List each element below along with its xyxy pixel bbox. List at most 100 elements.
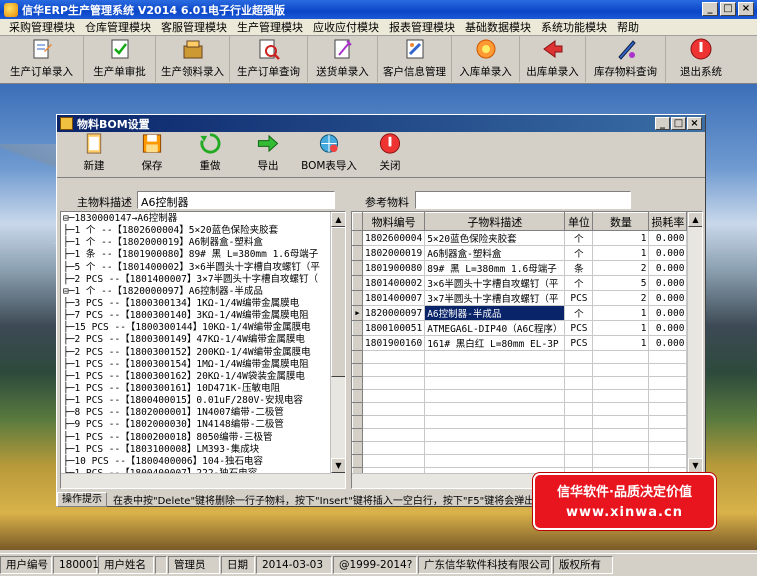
save-button[interactable]: 保存 xyxy=(123,132,181,177)
cell-code[interactable]: 1820000097 xyxy=(362,305,426,321)
dialog-title-bar[interactable]: 物料BOM设置 _ □ × xyxy=(57,115,705,132)
bom-grid[interactable]: 物料编号 子物料描述 单位 数量 损耗率 1802600004 5×20蓝色保险夹… xyxy=(351,211,703,489)
cell-qty[interactable]: 1 xyxy=(592,245,650,261)
cell-code[interactable]: 1801900160 xyxy=(362,335,426,351)
table-row[interactable]: 1801900160 161# 黑白红 L=80mm EL-3P PCS 1 0.000 xyxy=(352,335,688,351)
cell-desc[interactable]: ATMEGA6L-DIP40（A6C程序） xyxy=(424,320,566,336)
cell-unit[interactable]: 个 xyxy=(564,275,594,291)
menu-customer-service[interactable]: 客服管理模块 xyxy=(156,19,232,35)
dialog-maximize-button[interactable]: □ xyxy=(671,117,686,130)
table-row[interactable]: 1800100051 ATMEGA6L-DIP40（A6C程序） PCS 1 0.000 xyxy=(352,320,688,336)
cell-unit[interactable]: PCS xyxy=(564,290,594,306)
stock-in-button[interactable]: 入库单录入 xyxy=(452,36,520,82)
table-row[interactable]: ▶ 1820000097 A6控制器-半成品个 1 0.000 xyxy=(352,305,688,321)
cell-code[interactable]: 1800100051 xyxy=(362,320,426,336)
tree-node[interactable]: ├─2 PCS --【1800300149】47KΩ-1/4W编带金属膜电 xyxy=(63,334,331,346)
tree-horizontal-scrollbar[interactable] xyxy=(61,473,331,488)
table-row[interactable]: 1801400002 3×6半圆头十字槽自攻螺钉（平个 5 0.000 xyxy=(352,275,688,291)
bom-tree[interactable]: ⊟─1830000147→A6控制器 ├─1 个 --【1802600004】5… xyxy=(60,211,346,489)
export-button[interactable]: 导出 xyxy=(239,132,297,177)
cell-code[interactable]: 1802600004 xyxy=(362,230,426,246)
exit-button[interactable]: 退出系统 xyxy=(666,36,736,82)
cell-loss[interactable]: 0.000 xyxy=(648,320,688,336)
dialog-close-button[interactable]: × xyxy=(687,117,702,130)
dialog-minimize-button[interactable]: _ xyxy=(655,117,670,130)
tree-node[interactable]: ├─1 PCS --【1800300154】1MΩ-1/4W编带金属膜电阻 xyxy=(63,359,331,371)
tree-scroll-thumb[interactable] xyxy=(331,227,345,377)
cell-loss[interactable]: 0.000 xyxy=(648,245,688,261)
cell-desc[interactable]: 161# 黑白红 L=80mm EL-3P xyxy=(424,335,566,351)
tree-node[interactable]: ├─1 PCS --【1803100008】LM393-集成块 xyxy=(63,444,331,456)
tree-node[interactable]: ├─7 PCS --【1800300140】3KΩ-1/4W编带金属膜电阻 xyxy=(63,310,331,322)
menu-reports[interactable]: 报表管理模块 xyxy=(384,19,460,35)
cell-desc[interactable]: 89# 黑 L=380mm 1.6母端子 xyxy=(424,260,566,276)
bom-import-button[interactable]: BOM表导入 xyxy=(297,132,361,177)
cell-loss[interactable]: 0.000 xyxy=(648,275,688,291)
cell-unit[interactable]: PCS xyxy=(564,320,594,336)
menu-warehouse[interactable]: 仓库管理模块 xyxy=(80,19,156,35)
cell-qty[interactable]: 2 xyxy=(592,290,650,306)
tree-node[interactable]: ├─8 PCS --【1802000001】1N4007编带-二极管 xyxy=(63,407,331,419)
tree-node[interactable]: ├─5 个 --【1801400002】3×6半圆头十字槽自攻螺钉（平 xyxy=(63,262,331,274)
grid-scroll-down-icon[interactable]: ▼ xyxy=(688,458,702,473)
cell-unit[interactable]: PCS xyxy=(564,335,594,351)
tree-node[interactable]: ├─1 个 --【1802600004】5×20蓝色保险夹胶套 xyxy=(63,225,331,237)
stock-out-button[interactable]: 出库单录入 xyxy=(520,36,586,82)
cell-unit[interactable]: 个 xyxy=(564,230,594,246)
main-material-field[interactable]: A6控制器 xyxy=(137,191,335,209)
cell-qty[interactable]: 1 xyxy=(592,305,650,321)
menu-system[interactable]: 系统功能模块 xyxy=(536,19,612,35)
scroll-down-icon[interactable]: ▼ xyxy=(331,458,345,473)
tree-node[interactable]: ├─15 PCS --【1800300144】10KΩ-1/4W编带金属膜电 xyxy=(63,322,331,334)
cell-loss[interactable]: 0.000 xyxy=(648,290,688,306)
order-query-button[interactable]: 生产订单查询 xyxy=(230,36,308,82)
customer-button[interactable]: 客户信息管理 xyxy=(378,36,452,82)
cell-code[interactable]: 1801400007 xyxy=(362,290,426,306)
close-button[interactable]: × xyxy=(738,2,754,16)
col-loss[interactable]: 损耗率 xyxy=(648,212,688,231)
new-button[interactable]: 新建 xyxy=(65,132,123,177)
tree-node[interactable]: ├─2 PCS --【1800300152】200KΩ-1/4W编带金属膜电 xyxy=(63,347,331,359)
cell-qty[interactable]: 1 xyxy=(592,320,650,336)
cell-loss[interactable]: 0.000 xyxy=(648,260,688,276)
cell-desc[interactable]: 3×6半圆头十字槽自攻螺钉（平 xyxy=(424,275,566,291)
grid-scroll-up-icon[interactable]: ▲ xyxy=(688,212,702,227)
col-code[interactable]: 物料编号 xyxy=(361,212,426,231)
menu-production[interactable]: 生产管理模块 xyxy=(232,19,308,35)
cell-loss[interactable]: 0.000 xyxy=(648,230,688,246)
menu-receivable-payable[interactable]: 应收应付模块 xyxy=(308,19,384,35)
delivery-button[interactable]: 送货单录入 xyxy=(308,36,378,82)
inventory-query-button[interactable]: 库存物料查询 xyxy=(586,36,666,82)
tree-node[interactable]: ├─10 PCS --【1800400006】104-独石电容 xyxy=(63,456,331,468)
cell-desc[interactable]: A6制器盒-塑料盒 xyxy=(424,245,566,261)
menu-help[interactable]: 帮助 xyxy=(612,19,644,35)
tree-node[interactable]: ⊟─1 个 --【1820000097】A6控制器-半成品 xyxy=(63,286,331,298)
tree-node[interactable]: ├─1 条 --【1801900080】89# 黑 L=380mm 1.6母端子 xyxy=(63,249,331,261)
order-entry-button[interactable]: 生产订单录入 xyxy=(0,36,84,82)
menu-purchase[interactable]: 采购管理模块 xyxy=(4,19,80,35)
app-title-bar[interactable]: 信华ERP生产管理系统 V2014 6.01电子行业超强版 _ □ × xyxy=(0,0,757,19)
col-qty[interactable]: 数量 xyxy=(592,212,650,231)
cell-desc[interactable]: A6控制器-半成品 xyxy=(424,305,566,321)
tree-node[interactable]: ├─1 个 --【1802000019】A6制器盒-塑料盒 xyxy=(63,237,331,249)
cell-code[interactable]: 1801400002 xyxy=(362,275,426,291)
ref-material-field[interactable] xyxy=(415,191,631,209)
cell-code[interactable]: 1802000019 xyxy=(362,245,426,261)
tree-node[interactable]: ├─3 PCS --【1800300134】1KΩ-1/4W编带金属膜电 xyxy=(63,298,331,310)
minimize-button[interactable]: _ xyxy=(702,2,718,16)
grid-vertical-scrollbar[interactable]: ▲ ▼ xyxy=(687,212,702,488)
tree-node[interactable]: ├─1 PCS --【1800400015】0.01uF/280V-安规电容 xyxy=(63,395,331,407)
approval-button[interactable]: 生产单审批 xyxy=(84,36,156,82)
cell-desc[interactable]: 5×20蓝色保险夹胶套 xyxy=(424,230,566,246)
cell-qty[interactable]: 1 xyxy=(592,230,650,246)
tree-node[interactable]: ├─1 PCS --【1800300161】10D471K-压敏电阻 xyxy=(63,383,331,395)
tree-node[interactable]: ├─1 PCS --【1800200018】8050编带-三极管 xyxy=(63,432,331,444)
scroll-up-icon[interactable]: ▲ xyxy=(331,212,345,227)
cell-qty[interactable]: 5 xyxy=(592,275,650,291)
tree-node[interactable]: ⊟─1830000147→A6控制器 xyxy=(63,213,331,225)
cell-qty[interactable]: 2 xyxy=(592,260,650,276)
cell-unit[interactable]: 个 xyxy=(564,245,594,261)
tree-node[interactable]: ├─9 PCS --【1802000030】1N4148编带-二极管 xyxy=(63,419,331,431)
maximize-button[interactable]: □ xyxy=(720,2,736,16)
table-row[interactable]: 1802600004 5×20蓝色保险夹胶套个 1 0.000 xyxy=(352,230,688,246)
